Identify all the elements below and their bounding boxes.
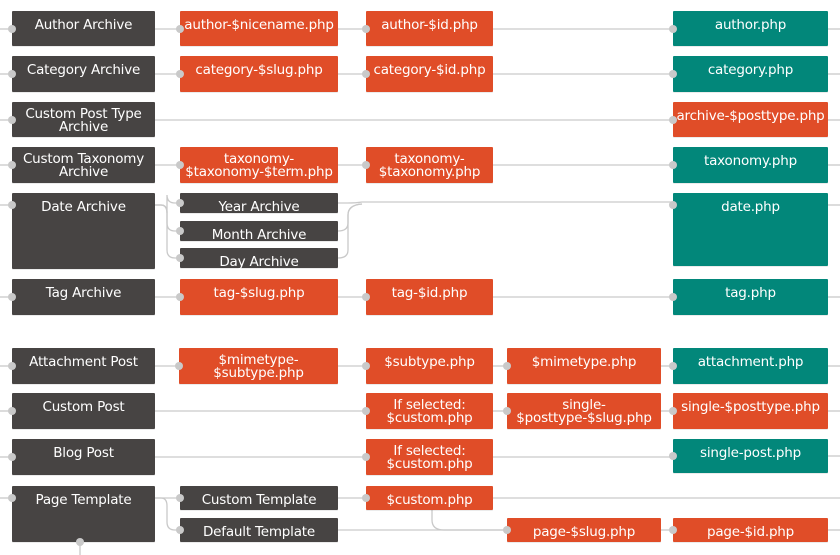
node-mimetype-php: $mimetype.php bbox=[507, 348, 661, 384]
node-attachment-post: Attachment Post bbox=[12, 348, 155, 384]
connector-dot bbox=[176, 227, 184, 235]
connector-dot bbox=[362, 161, 370, 169]
connector-dot bbox=[8, 494, 16, 502]
node-page-slug: page-$slug.php bbox=[507, 518, 661, 542]
node-tag-slug: tag-$slug.php bbox=[180, 279, 338, 315]
connector-dot bbox=[669, 25, 677, 33]
connector-dot bbox=[362, 70, 370, 78]
connector-dot bbox=[176, 161, 184, 169]
node-mimetype-subtype: $mimetype- $subtype.php bbox=[179, 348, 338, 384]
connector-dot bbox=[669, 201, 677, 209]
connector-dot bbox=[669, 116, 677, 124]
connector-dot bbox=[176, 526, 184, 534]
connector-page-template-to-default-template bbox=[155, 497, 180, 531]
node-default-template: Default Template bbox=[180, 518, 338, 542]
connector-dot bbox=[362, 453, 370, 461]
connector-dot bbox=[8, 25, 16, 33]
node-day-archive: Day Archive bbox=[180, 248, 338, 270]
node-archive-posttype: archive-$posttype.php bbox=[673, 102, 828, 137]
node-custom-php: $custom.php bbox=[366, 486, 493, 510]
connector-dot bbox=[669, 362, 677, 370]
node-custom-post: Custom Post bbox=[12, 393, 155, 429]
connector-dot bbox=[503, 362, 511, 370]
connector-dot bbox=[669, 452, 677, 460]
connector-dot bbox=[8, 161, 16, 169]
connector-dot bbox=[8, 407, 16, 415]
node-taxonomy-taxonomy-term: taxonomy- $taxonomy-$term.php bbox=[180, 147, 338, 183]
connector-dot bbox=[362, 362, 370, 370]
connector-dot bbox=[8, 453, 16, 461]
node-author-php: author.php bbox=[673, 11, 828, 46]
connector-dot bbox=[362, 407, 370, 415]
node-author-id: author-$id.php bbox=[366, 11, 493, 46]
connector-dot bbox=[8, 116, 16, 124]
connector-dot bbox=[175, 362, 183, 370]
connector-dot bbox=[8, 293, 16, 301]
node-taxonomy-taxonomy: taxonomy- $taxonomy.php bbox=[366, 147, 493, 183]
node-category-id: category-$id.php bbox=[366, 56, 493, 92]
connector-dot bbox=[176, 25, 184, 33]
node-tag-archive: Tag Archive bbox=[12, 279, 155, 315]
node-page-template: Page Template bbox=[12, 486, 155, 542]
connector-dot bbox=[669, 70, 677, 78]
connector-year-archive-to-date-php bbox=[338, 201, 673, 204]
connector-dot bbox=[362, 293, 370, 301]
node-subtype-php: $subtype.php bbox=[366, 348, 493, 384]
connector-dot bbox=[176, 254, 184, 262]
node-author-nicename: author-$nicename.php bbox=[180, 11, 338, 46]
template-hierarchy-diagram: Author Archive author-$nicename.php author… bbox=[0, 0, 840, 555]
connector-dot bbox=[176, 199, 184, 207]
node-attachment-php: attachment.php bbox=[673, 348, 828, 384]
connector-dot bbox=[8, 201, 16, 209]
connector-dot bbox=[176, 293, 184, 301]
node-date-php: date.php bbox=[673, 193, 828, 266]
node-single-post: single-post.php bbox=[673, 439, 828, 473]
node-category-slug: category-$slug.php bbox=[180, 56, 338, 92]
connector-dot bbox=[669, 407, 677, 415]
node-month-archive: Month Archive bbox=[180, 221, 338, 243]
node-category-php: category.php bbox=[673, 56, 828, 92]
connector-dot bbox=[503, 526, 511, 534]
node-custom-taxonomy-archive: Custom Taxonomy Archive bbox=[12, 147, 155, 183]
connector-dot bbox=[176, 70, 184, 78]
connector-dot bbox=[176, 494, 184, 502]
node-taxonomy-php: taxonomy.php bbox=[673, 147, 828, 183]
node-single-posttype: single-$posttype.php bbox=[673, 393, 828, 429]
node-custom-template: Custom Template bbox=[180, 486, 338, 510]
connector-dot bbox=[8, 70, 16, 78]
connector-dot bbox=[669, 293, 677, 301]
node-tag-id: tag-$id.php bbox=[366, 279, 493, 315]
connector-dot bbox=[362, 494, 370, 502]
node-author-archive: Author Archive bbox=[12, 11, 155, 46]
node-year-archive: Year Archive bbox=[180, 193, 338, 215]
node-cpt-archive: Custom Post Type Archive bbox=[12, 102, 155, 137]
node-custom-post-if-selected: If selected: $custom.php bbox=[366, 393, 493, 429]
node-single-posttype-slug: single- $posttype-$slug.php bbox=[507, 393, 661, 429]
node-blog-post: Blog Post bbox=[12, 439, 155, 475]
node-category-archive: Category Archive bbox=[12, 56, 155, 92]
connector-dot bbox=[8, 362, 16, 370]
node-page-id: page-$id.php bbox=[673, 518, 828, 542]
connector-dot bbox=[76, 538, 84, 546]
connector-dot bbox=[669, 161, 677, 169]
node-tag-php: tag.php bbox=[673, 279, 828, 315]
connector-dot bbox=[362, 25, 370, 33]
connector-custom-php-to-page-slug bbox=[431, 510, 507, 531]
connector-dot bbox=[503, 407, 511, 415]
connector-dot bbox=[669, 526, 677, 534]
node-blog-post-if-selected: If selected: $custom.php bbox=[366, 439, 493, 475]
node-date-archive: Date Archive bbox=[12, 193, 155, 269]
